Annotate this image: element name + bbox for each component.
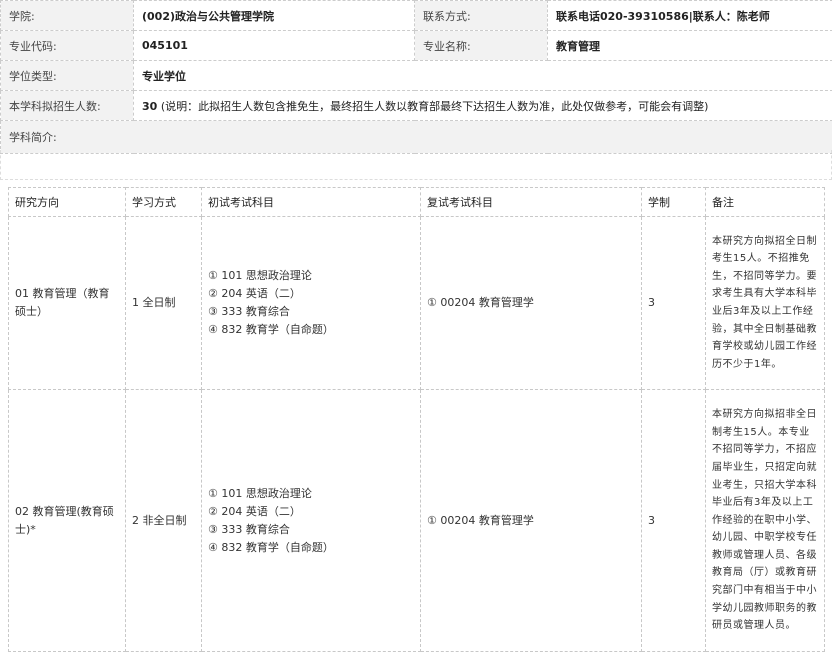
header-mode: 学习方式 — [125, 187, 202, 217]
major-code-label: 专业代码: — [0, 30, 134, 61]
info-row-enroll: 本学科拟招生人数: 30 (说明：此拟招生人数包含推免生，最终招生人数以教育部最… — [0, 90, 832, 121]
contact-value: 联系电话020-39310586|联系人：陈老师 — [547, 0, 832, 31]
degree-type-value: 专业学位 — [133, 60, 832, 91]
table-row: 01 教育管理（教育硕士） 1 全日制 ① 101 思想政治理论 ② 204 英… — [8, 216, 825, 390]
enroll-label: 本学科拟招生人数: — [0, 90, 134, 121]
contact-label: 联系方式: — [414, 0, 548, 31]
mode-cell: 2 非全日制 — [125, 389, 202, 652]
note-cell: 本研究方向拟招全日制考生15人。不招推免生，不招同等学力。要求考生具有大学本科毕… — [705, 216, 825, 390]
degree-type-label: 学位类型: — [0, 60, 134, 91]
years-cell: 3 — [641, 389, 706, 652]
info-row-degree: 学位类型: 专业学位 — [0, 60, 832, 91]
exam-subject: ③ 333 教育综合 — [208, 522, 290, 536]
exam-subject: ③ 333 教育综合 — [208, 305, 290, 318]
direction-cell: 01 教育管理（教育硕士） — [8, 216, 126, 390]
enroll-note: (说明：此拟招生人数包含推免生，最终招生人数以教育部最终下达招生人数为准，此处仅… — [160, 99, 709, 113]
retest-cell: ① 00204 教育管理学 — [420, 216, 642, 390]
exam-subjects-cell: ① 101 思想政治理论 ② 204 英语（二） ③ 333 教育综合 ④ 83… — [201, 216, 421, 390]
years-cell: 3 — [641, 216, 706, 390]
exam-subjects-cell: ① 101 思想政治理论 ② 204 英语（二） ③ 333 教育综合 ④ 83… — [201, 389, 421, 652]
header-exam: 初试考试科目 — [201, 187, 421, 217]
exam-subject: ① 101 思想政治理论 — [208, 269, 312, 282]
major-name-label: 专业名称: — [414, 30, 548, 61]
exam-subject: ① 101 思想政治理论 — [208, 486, 312, 500]
direction-cell: 02 教育管理(教育硕士)* — [8, 389, 126, 652]
info-row-intro: 学科简介: — [0, 120, 832, 154]
intro-content-area — [0, 150, 832, 180]
exam-subject: ② 204 英语（二） — [208, 504, 301, 518]
note-cell: 本研究方向拟招非全日制考生15人。本专业不招同等学力，不招应届毕业生，只招定向就… — [705, 389, 825, 652]
exam-subject: ② 204 英语（二） — [208, 287, 301, 300]
major-name-value: 教育管理 — [547, 30, 832, 61]
exam-subject: ④ 832 教育学（自命题） — [208, 540, 334, 554]
mode-cell: 1 全日制 — [125, 216, 202, 390]
header-retest: 复试考试科目 — [420, 187, 642, 217]
enroll-value: 30 (说明：此拟招生人数包含推免生，最终招生人数以教育部最终下达招生人数为准，… — [133, 90, 832, 121]
table-row: 02 教育管理(教育硕士)* 2 非全日制 ① 101 思想政治理论 ② 204… — [8, 389, 825, 652]
program-info-table: 学院: (002)政治与公共管理学院 联系方式: 联系电话020-3931058… — [0, 0, 832, 154]
header-note: 备注 — [705, 187, 825, 217]
enroll-count: 30 — [142, 99, 158, 113]
header-years: 学制 — [641, 187, 706, 217]
exam-subject: ④ 832 教育学（自命题） — [208, 323, 334, 336]
info-row-major: 专业代码: 045101 专业名称: 教育管理 — [0, 30, 832, 61]
research-direction-table: 研究方向 学习方式 初试考试科目 复试考试科目 学制 备注 01 教育管理（教育… — [8, 187, 825, 652]
retest-cell: ① 00204 教育管理学 — [420, 389, 642, 652]
college-label: 学院: — [0, 0, 134, 31]
header-direction: 研究方向 — [8, 187, 126, 217]
intro-label: 学科简介: — [0, 120, 832, 154]
major-code-value: 045101 — [133, 30, 415, 61]
table-header-row: 研究方向 学习方式 初试考试科目 复试考试科目 学制 备注 — [8, 187, 825, 217]
info-row-college: 学院: (002)政治与公共管理学院 联系方式: 联系电话020-3931058… — [0, 0, 832, 31]
college-value: (002)政治与公共管理学院 — [133, 0, 415, 31]
